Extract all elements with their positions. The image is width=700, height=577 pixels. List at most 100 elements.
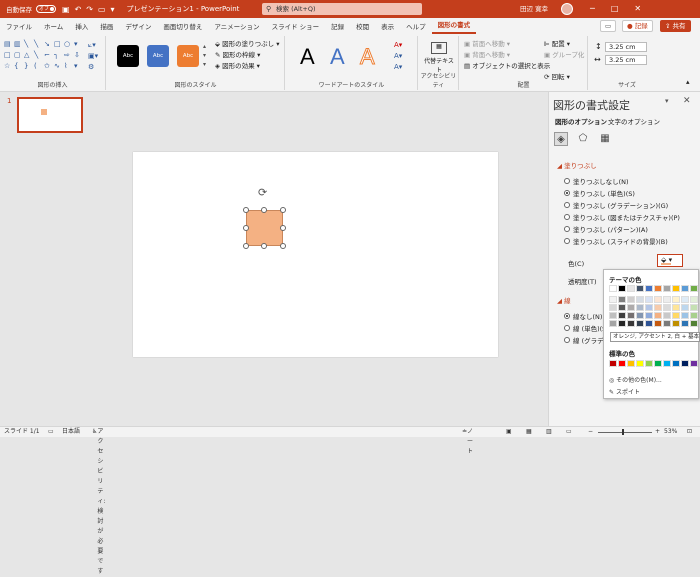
color-swatch[interactable] (609, 320, 617, 327)
line-icon[interactable]: ╲ (24, 40, 33, 49)
style-gallery-scroll-icon[interactable]: ▴ ▾ ▾ (203, 42, 206, 69)
rounded-rect-icon[interactable]: ▢ (14, 51, 23, 60)
fill-option-background[interactable]: 塗りつぶし (スライドの背景)(B) (564, 236, 668, 246)
color-swatch[interactable] (618, 285, 626, 292)
oval-icon[interactable]: ○ (64, 40, 73, 49)
redo-icon[interactable]: ↷ (86, 5, 93, 14)
color-swatch[interactable] (663, 320, 671, 327)
tab-record[interactable]: 記録 (325, 21, 350, 31)
color-swatch[interactable] (636, 285, 644, 292)
collapse-ribbon-icon[interactable]: ▴ (686, 78, 690, 86)
color-swatch[interactable] (645, 312, 653, 319)
save-icon[interactable]: ▣ (62, 5, 70, 14)
fill-option-solid[interactable]: 塗りつぶし (単色)(S) (564, 188, 635, 198)
bring-forward-button[interactable]: ▣ 前面へ移動 ▾ (464, 39, 550, 50)
color-swatch[interactable] (645, 296, 653, 303)
arrow-down-icon[interactable]: ⇩ (74, 51, 83, 60)
record-button[interactable]: ● 記録 (622, 20, 653, 32)
more-colors-item[interactable]: ◎ その他の色(M)... (609, 375, 662, 384)
color-swatch[interactable] (654, 296, 662, 303)
color-swatch[interactable] (663, 360, 671, 367)
slideshow-icon[interactable]: ▭ (566, 427, 572, 437)
color-swatch[interactable] (690, 360, 698, 367)
color-swatch[interactable] (645, 360, 653, 367)
tab-home[interactable]: ホーム (38, 21, 69, 31)
zoom-level[interactable]: 53% (664, 427, 677, 437)
size-properties-icon[interactable]: ▦ (598, 132, 612, 146)
zoom-slider-thumb[interactable] (622, 429, 624, 435)
tab-shape-options[interactable]: 図形のオプション (555, 116, 607, 126)
close-button[interactable]: ✕ (634, 0, 641, 18)
fill-option-gradient[interactable]: 塗りつぶし (グラデーション)(G) (564, 200, 668, 210)
group-button[interactable]: ▣ グループ化 ▾ (544, 50, 587, 72)
elbow-icon[interactable]: ┐ (54, 51, 63, 60)
fit-to-window-icon[interactable]: ⊡ (687, 427, 692, 437)
color-swatch[interactable] (609, 312, 617, 319)
effects-icon[interactable]: ⬠ (576, 132, 590, 146)
autosave-toggle[interactable]: オフ (36, 5, 56, 13)
search-box[interactable]: ⚲ 検索 (Alt+Q) (262, 3, 422, 15)
brace-icon[interactable]: } (24, 62, 33, 71)
star-icon[interactable]: ✩ (44, 62, 53, 71)
resize-handle[interactable] (261, 243, 267, 249)
color-swatch[interactable] (636, 360, 644, 367)
pane-options-icon[interactable]: ▾ (665, 97, 669, 105)
rectangle-icon[interactable]: □ (54, 40, 63, 49)
line-section-header[interactable]: ◢ 線 (557, 295, 571, 305)
maximize-button[interactable]: □ (611, 0, 619, 18)
width-input[interactable]: 3.25 cm (605, 55, 647, 65)
color-swatch[interactable] (672, 320, 680, 327)
resize-handle[interactable] (280, 225, 286, 231)
close-pane-icon[interactable]: ✕ (683, 96, 691, 106)
undo-icon[interactable]: ↶ (75, 5, 82, 14)
color-swatch[interactable] (681, 312, 689, 319)
shape-fill-button[interactable]: ⬙ 図形の塗りつぶし ▾ (215, 39, 280, 50)
line-icon[interactable]: ╲ (34, 51, 43, 60)
color-swatch[interactable] (609, 285, 617, 292)
color-swatch[interactable] (690, 320, 698, 327)
selection-pane-button[interactable]: ▤ オブジェクトの選択と表示 (464, 61, 550, 72)
color-swatch[interactable] (627, 312, 635, 319)
tab-transitions[interactable]: 画面切り替え (157, 21, 208, 31)
tab-review[interactable]: 校閲 (350, 21, 375, 31)
textbox-icon[interactable]: ▤ (4, 40, 13, 49)
color-swatch[interactable] (690, 296, 698, 303)
color-swatch[interactable] (618, 312, 626, 319)
color-swatch[interactable] (609, 360, 617, 367)
tab-view[interactable]: 表示 (375, 21, 400, 31)
color-swatch[interactable] (672, 360, 680, 367)
color-swatch[interactable] (672, 285, 680, 292)
fill-section-header[interactable]: ◢ 塗りつぶし (557, 160, 597, 170)
fill-option-picture[interactable]: 塗りつぶし (図またはテクスチャ)(P) (564, 212, 680, 222)
color-swatch[interactable] (636, 320, 644, 327)
color-swatch[interactable] (627, 360, 635, 367)
color-swatch[interactable] (627, 296, 635, 303)
fill-option-none[interactable]: 塗りつぶしなし(N) (564, 176, 629, 186)
curve-icon[interactable]: ∿ (54, 62, 63, 71)
resize-handle[interactable] (243, 243, 249, 249)
tab-text-options[interactable]: 文字のオプション (608, 116, 660, 126)
color-swatch[interactable] (645, 304, 653, 311)
color-swatch[interactable] (645, 320, 653, 327)
color-swatch[interactable] (618, 360, 626, 367)
height-input[interactable]: 3.25 cm (605, 42, 647, 52)
color-swatch[interactable] (690, 285, 698, 292)
zoom-out-icon[interactable]: − (588, 427, 593, 437)
color-swatch[interactable] (645, 285, 653, 292)
triangle-icon[interactable]: △ (24, 51, 33, 60)
color-swatch[interactable] (654, 304, 662, 311)
color-swatch[interactable] (636, 312, 644, 319)
align-button[interactable]: ⊫ 配置 ▾ (544, 39, 587, 50)
rectangle-icon[interactable]: □ (4, 51, 13, 60)
language[interactable]: 日本語 (62, 427, 80, 437)
shape-style-blue[interactable]: Abc (147, 45, 169, 67)
accessibility-status[interactable]: ♿ アクセシビリティ: 検討が必要です (92, 427, 105, 575)
tab-shape-format[interactable]: 図形の書式 (431, 18, 477, 34)
slide-thumbnail[interactable] (17, 97, 83, 133)
tab-design[interactable]: デザイン (119, 21, 157, 31)
color-swatch[interactable] (672, 296, 680, 303)
wordart-style-blue[interactable]: A (330, 44, 345, 70)
line-icon[interactable]: ╲ (34, 40, 43, 49)
alt-text-icon[interactable]: ▦ (431, 42, 447, 54)
edit-shape-icon[interactable]: ⟀▾ ▣▾ ⚙ (88, 40, 98, 73)
